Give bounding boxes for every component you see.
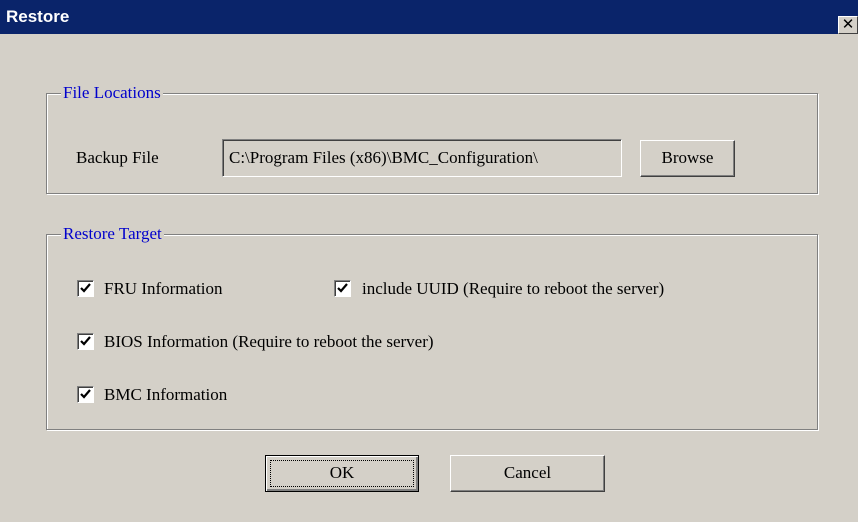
window-title: Restore [6, 7, 70, 26]
fru-information-label: FRU Information [104, 279, 223, 298]
backup-file-label: Backup File [76, 148, 159, 167]
fru-information-checkbox[interactable] [77, 280, 94, 297]
cancel-button[interactable]: Cancel [450, 455, 605, 492]
title-bar[interactable]: Restore ✕ [0, 0, 858, 34]
bmc-information-label: BMC Information [104, 385, 228, 404]
cancel-button-label: Cancel [503, 463, 552, 482]
focus-ring [270, 460, 414, 487]
checkmark-icon [80, 389, 91, 399]
browse-button-label: Browse [661, 148, 714, 167]
bios-information-checkbox[interactable] [77, 333, 94, 350]
include-uuid-checkbox[interactable] [334, 280, 351, 297]
include-uuid-label: include UUID (Require to reboot the serv… [362, 279, 665, 298]
bmc-information-checkbox[interactable] [77, 386, 94, 403]
checkmark-icon [80, 283, 91, 293]
restore-dialog: Restore ✕ File Locations Backup File C:\… [0, 0, 858, 522]
ok-button[interactable]: OK [265, 455, 419, 492]
backup-file-field[interactable]: C:\Program Files (x86)\BMC_Configuration… [222, 139, 622, 177]
close-icon: ✕ [841, 16, 855, 33]
checkmark-icon [337, 283, 348, 293]
bios-information-label: BIOS Information (Require to reboot the … [104, 332, 434, 351]
close-button[interactable]: ✕ [838, 16, 858, 34]
restore-target-legend: Restore Target [61, 223, 164, 245]
checkmark-icon [80, 336, 91, 346]
file-locations-legend: File Locations [61, 82, 163, 104]
browse-button[interactable]: Browse [640, 140, 735, 177]
